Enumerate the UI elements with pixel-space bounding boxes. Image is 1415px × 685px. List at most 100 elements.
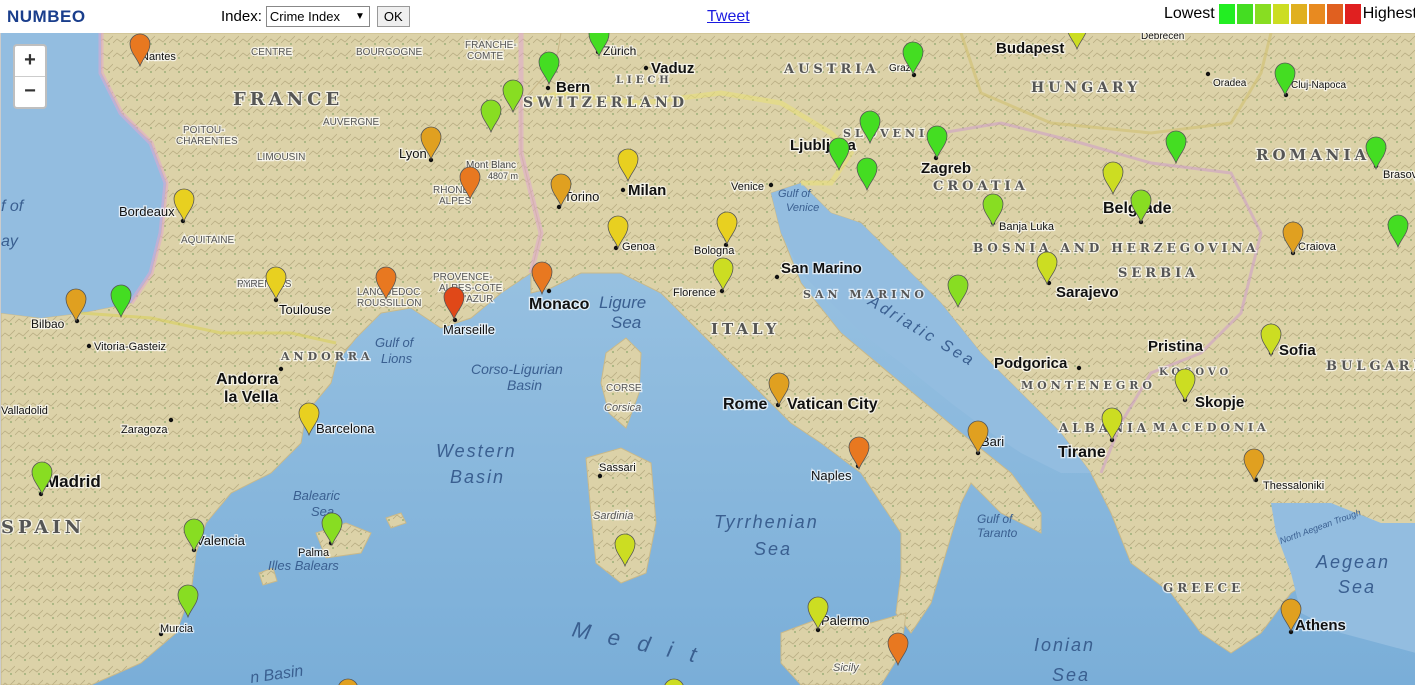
city-dot	[168, 417, 174, 423]
region-label: PROVENCE-	[433, 272, 492, 283]
country-label: ITALY	[711, 320, 780, 338]
city-dot	[620, 187, 626, 193]
sea-label: Taranto	[977, 526, 1018, 540]
city-label: Vatican City	[787, 396, 878, 413]
city-label: Bologna	[694, 245, 735, 257]
city-label: Genoa	[622, 241, 656, 253]
sea-label: Ionian	[1034, 635, 1095, 655]
region-label: Sardinia	[593, 510, 633, 522]
legend-swatch	[1308, 4, 1325, 24]
region-label: COMTE	[467, 51, 503, 62]
country-label: AUSTRIA	[783, 62, 879, 77]
legend-swatch	[1344, 4, 1361, 24]
country-label: BOSNIA AND HERZEGOVINA	[973, 241, 1259, 255]
city-dot	[545, 85, 551, 91]
ok-button[interactable]: OK	[376, 6, 410, 27]
city-label: Banja Luka	[999, 221, 1055, 233]
sea-label: Venice	[786, 202, 819, 214]
sea-label: Western	[436, 441, 517, 461]
city-label: Valladolid	[1, 405, 48, 417]
map-view[interactable]: FRANCE SWITZERLAND AUSTRIA HUNGARY ROMANIA SL…	[0, 33, 1415, 685]
legend-swatch	[1218, 4, 1235, 24]
color-legend: Lowest Highest	[1162, 4, 1415, 24]
sea-label: Aegean	[1315, 552, 1390, 572]
city-dot	[768, 182, 774, 188]
city-dot	[643, 65, 649, 71]
city-label: Valencia	[196, 533, 246, 548]
region-label: Corsica	[604, 402, 641, 414]
city-label: Craiova	[1298, 241, 1337, 253]
region-label: AQUITAINE	[181, 235, 234, 246]
city-label: Florence	[673, 287, 716, 299]
sea-label: Ligure	[599, 293, 646, 312]
legend-swatch	[1290, 4, 1307, 24]
dropdown-arrow-icon: ▼	[354, 11, 365, 22]
city-dot	[1205, 71, 1211, 77]
index-select[interactable]: Crime Index ▼	[265, 6, 370, 27]
city-label: Murcia	[160, 623, 194, 635]
city-label: Bilbao	[31, 317, 65, 331]
sea-label: Lions	[381, 351, 413, 366]
region-label: ALPES	[439, 196, 472, 207]
sea-label: Sea	[754, 539, 792, 559]
city-label: Sofia	[1279, 342, 1316, 359]
city-label: Brasov	[1383, 169, 1415, 181]
legend-swatches	[1217, 4, 1361, 24]
city-label: Barcelona	[316, 421, 375, 436]
sea-label: Basin	[450, 467, 505, 487]
map-canvas[interactable]: FRANCE SWITZERLAND AUSTRIA HUNGARY ROMANIA SL…	[1, 33, 1415, 685]
city-label: Venice	[731, 181, 764, 193]
top-toolbar: NUMBEO Index: Crime Index ▼ OK Tweet Lowe…	[0, 0, 1415, 33]
city-label: Madrid	[45, 472, 101, 491]
tweet-link[interactable]: Tweet	[707, 8, 750, 26]
city-label: San Marino	[781, 260, 862, 277]
region-label: LIMOUSIN	[257, 152, 305, 163]
city-label: Vitoria-Gasteiz	[94, 341, 166, 353]
index-select-value: Crime Index	[269, 9, 340, 24]
sea-label: Illes Balears	[268, 558, 339, 573]
city-label: Bordeaux	[119, 204, 175, 219]
zoom-in-button[interactable]: +	[15, 46, 45, 76]
city-dot	[546, 288, 552, 294]
country-label: ANDORRA	[280, 350, 374, 363]
city-label: Athens	[1295, 617, 1346, 634]
region-label: BOURGOGNE	[356, 47, 422, 58]
index-selector-group: Index: Crime Index ▼ OK	[221, 6, 410, 27]
city-label: Thessaloniki	[1263, 480, 1324, 492]
country-label: MONTENEGRO	[1021, 379, 1156, 392]
country-label: SERBIA	[1118, 266, 1199, 281]
city-label: Rome	[723, 396, 768, 413]
sea-label: Balearic	[293, 488, 340, 503]
city-label: Zaragoza	[121, 424, 168, 436]
legend-swatch	[1236, 4, 1253, 24]
city-label: Sarajevo	[1056, 284, 1119, 301]
sea-label: Sea	[611, 313, 641, 332]
city-label: Sassari	[599, 462, 636, 474]
city-label: Palermo	[821, 613, 869, 628]
city-dot	[86, 343, 92, 349]
index-label: Index:	[221, 8, 262, 25]
zoom-out-button[interactable]: −	[15, 76, 45, 107]
city-label: Palma	[298, 547, 330, 559]
country-label: ROMANIA	[1256, 146, 1370, 164]
numbeo-logo[interactable]: NUMBEO	[7, 7, 86, 27]
country-label: CROATIA	[933, 179, 1029, 194]
region-label: 4807 m	[488, 171, 518, 181]
legend-swatch	[1272, 4, 1289, 24]
region-label: CENTRE	[251, 47, 292, 58]
country-label: HUNGARY	[1031, 80, 1141, 96]
city-label: Cluj-Napoca	[1291, 80, 1346, 91]
sea-label: ay	[1, 233, 19, 250]
country-label: SLOVENIA	[843, 127, 941, 140]
city-label: Lyon	[399, 146, 427, 161]
legend-highest-label: Highest	[1362, 5, 1415, 22]
city-label: Naples	[811, 468, 852, 483]
legend-swatch	[1254, 4, 1271, 24]
country-label: SPAIN	[1, 517, 85, 538]
city-dot	[774, 274, 780, 280]
city-label: la Vella	[224, 389, 278, 406]
city-label: Vaduz	[651, 60, 694, 77]
city-label: Zagreb	[921, 160, 971, 177]
country-label: BULGARIA	[1326, 359, 1415, 374]
country-label: MACEDONIA	[1153, 421, 1270, 434]
